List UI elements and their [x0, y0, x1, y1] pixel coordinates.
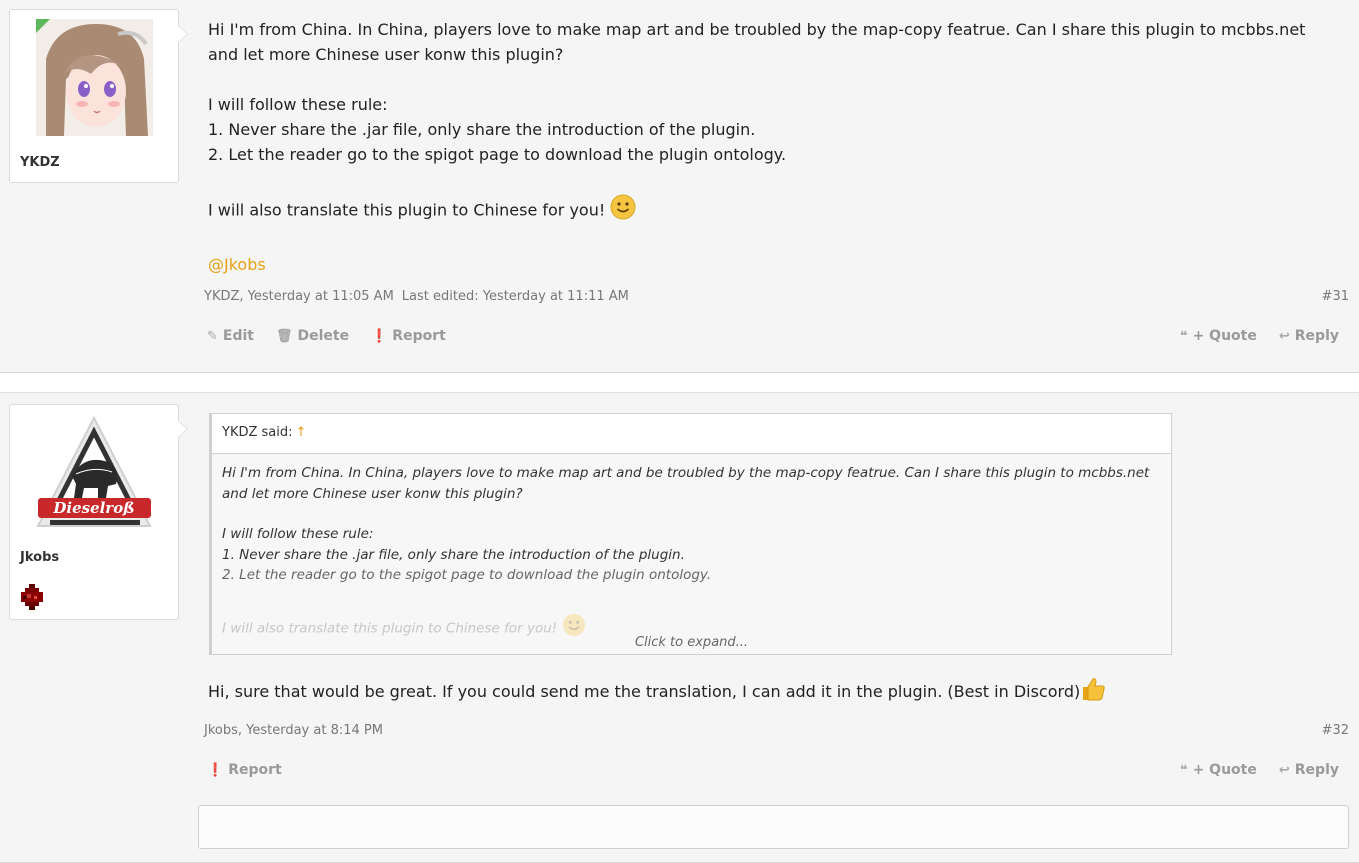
- message-line: I will follow these rule:: [208, 95, 388, 114]
- user-card-ykdz: YKDZ: [9, 9, 188, 183]
- message-body: Hi I'm from China. In China, players lov…: [208, 17, 1338, 277]
- post-number-link[interactable]: #32: [1322, 723, 1349, 738]
- smile-icon: [610, 194, 636, 228]
- avatar-ykdz[interactable]: [36, 19, 153, 136]
- pencil-icon: ✎: [207, 328, 218, 344]
- post-controls: ✎ Edit 🗑 Delete ❗ Report: [207, 328, 446, 344]
- quote-line: 2. Let the reader go to the spigot page …: [222, 567, 712, 583]
- reply-button[interactable]: ↩ Reply: [1279, 328, 1339, 344]
- last-edited: Last edited: Yesterday at 11:11 AM: [401, 289, 629, 304]
- reply-icon: ↩: [1278, 762, 1290, 778]
- reply-icon: ↩: [1278, 328, 1290, 344]
- redstone-badge-icon: [17, 582, 47, 616]
- quote-button[interactable]: ❝ + Quote: [1180, 328, 1257, 344]
- post-meta: Jkobs, Yesterday at 8:14 PM: [204, 723, 383, 738]
- post-32: Dieselroß Jkobs YKDZ said: ↑ Hi I'm from …: [0, 392, 1359, 863]
- avatar-jkobs[interactable]: Dieselroß: [36, 414, 153, 531]
- quote-header: YKDZ said: ↑: [212, 414, 1171, 454]
- post-meta: YKDZ, Yesterday at 11:05 AM Last edited: …: [204, 289, 629, 304]
- quote-author: YKDZ said:: [222, 425, 293, 440]
- quick-reply-editor[interactable]: [198, 805, 1349, 849]
- trash-icon: 🗑: [275, 328, 293, 344]
- mention-link[interactable]: @Jkobs: [208, 255, 266, 274]
- user-card-jkobs: Dieselroß Jkobs: [9, 404, 188, 620]
- avatar-logo-text: Dieselroß: [52, 499, 134, 517]
- quote-line: I will also translate this plugin to Chi…: [222, 619, 558, 636]
- quote-icon: ❝: [1179, 328, 1188, 344]
- post-controls: ❗ Report: [207, 762, 282, 778]
- click-to-expand-link[interactable]: Click to expand...: [212, 635, 1171, 650]
- message-line: I will also translate this plugin to Chi…: [208, 200, 606, 220]
- author-time-link[interactable]: YKDZ, Yesterday at 11:05 AM: [204, 289, 394, 304]
- quote-block: YKDZ said: ↑ Hi I'm from China. In China,…: [209, 413, 1172, 655]
- post-separator: [0, 373, 1359, 392]
- delete-button[interactable]: 🗑 Delete: [276, 328, 349, 344]
- reply-button[interactable]: ↩ Reply: [1279, 762, 1339, 778]
- edit-button[interactable]: ✎ Edit: [207, 328, 254, 344]
- message-line: 1. Never share the .jar file, only share…: [208, 120, 756, 139]
- quote-line: I will follow these rule:: [222, 526, 374, 542]
- message-text: Hi, sure that would be great. If you cou…: [208, 682, 1081, 701]
- message-line: 2. Let the reader go to the spigot page …: [208, 145, 787, 164]
- alert-icon: ❗: [207, 762, 224, 778]
- report-button[interactable]: ❗ Report: [371, 328, 446, 344]
- username[interactable]: Jkobs: [20, 550, 59, 565]
- post-number-link[interactable]: #31: [1322, 289, 1349, 304]
- quote-line: Hi I'm from China. In China, players lov…: [222, 465, 1150, 502]
- quote-body: Hi I'm from China. In China, players lov…: [212, 454, 1171, 654]
- post-controls-right: ❝ + Quote ↩ Reply: [1180, 762, 1339, 778]
- quote-line: 1. Never share the .jar file, only share…: [222, 546, 685, 563]
- author-time-link[interactable]: Jkobs, Yesterday at 8:14 PM: [204, 723, 383, 738]
- quote-button[interactable]: ❝ + Quote: [1180, 762, 1257, 778]
- thumbs-up-icon: [1080, 676, 1106, 709]
- username[interactable]: YKDZ: [20, 155, 60, 170]
- report-button[interactable]: ❗ Report: [207, 762, 282, 778]
- message-body: Hi, sure that would be great. If you cou…: [208, 676, 1338, 709]
- message-line: Hi I'm from China. In China, players lov…: [208, 20, 1306, 64]
- post-31: YKDZ Hi I'm from China. In China, player…: [0, 0, 1359, 373]
- quote-icon: ❝: [1179, 762, 1188, 778]
- alert-icon: ❗: [371, 328, 388, 344]
- quote-jump-arrow-icon[interactable]: ↑: [296, 425, 307, 440]
- post-controls-right: ❝ + Quote ↩ Reply: [1180, 328, 1339, 344]
